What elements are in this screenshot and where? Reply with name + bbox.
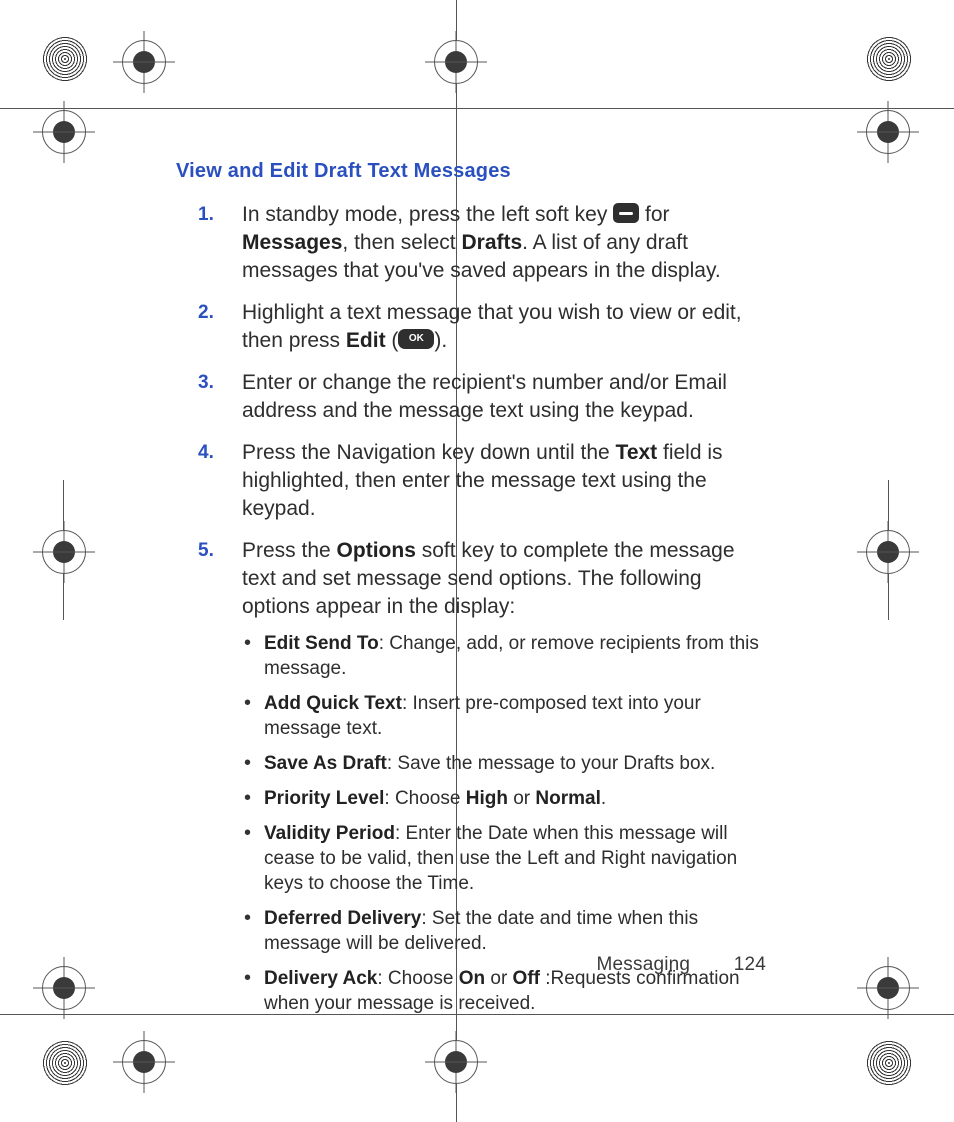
option-item: Edit Send To: Change, add, or remove rec… (242, 631, 766, 681)
bold-term: Deferred Delivery (264, 908, 421, 929)
bold-term: Text (616, 441, 658, 464)
bold-term: Options (337, 539, 416, 562)
registration-corner-icon (866, 36, 912, 82)
bold-term: Drafts (461, 231, 522, 254)
registration-line (0, 108, 954, 109)
step-number: 1. (176, 201, 242, 285)
step-number: 5. (176, 537, 242, 1026)
step-number: 3. (176, 369, 242, 425)
page-footer: Messaging 124 (597, 954, 766, 976)
step-body: Enter or change the recipient's number a… (242, 369, 766, 425)
footer-section: Messaging (597, 954, 691, 975)
registration-target-icon (42, 530, 86, 574)
instruction-step: 3.Enter or change the recipient's number… (176, 369, 766, 425)
bold-term: Off (513, 968, 540, 989)
step-body: Press the Options soft key to complete t… (242, 537, 766, 1026)
registration-target-icon (434, 1040, 478, 1084)
option-item: Validity Period: Enter the Date when thi… (242, 821, 766, 896)
manual-content: View and Edit Draft Text Messages 1.In s… (176, 160, 766, 1040)
registration-target-icon (122, 1040, 166, 1084)
instruction-step: 5.Press the Options soft key to complete… (176, 537, 766, 1026)
bold-term: Normal (535, 788, 600, 809)
bold-term: Add Quick Text (264, 693, 402, 714)
step-body: Press the Navigation key down until the … (242, 439, 766, 523)
bold-term: Edit (346, 329, 386, 352)
step-body: Highlight a text message that you wish t… (242, 299, 766, 355)
registration-target-icon (42, 110, 86, 154)
registration-corner-icon (42, 1040, 88, 1086)
section-heading: View and Edit Draft Text Messages (176, 160, 766, 183)
registration-corner-icon (866, 1040, 912, 1086)
bold-term: Priority Level (264, 788, 384, 809)
option-item: Save As Draft: Save the message to your … (242, 751, 766, 776)
registration-target-icon (122, 40, 166, 84)
registration-target-icon (866, 966, 910, 1010)
registration-target-icon (866, 530, 910, 574)
ok-key-icon: OK (398, 329, 434, 349)
bold-term: Edit Send To (264, 633, 379, 654)
registration-target-icon (42, 966, 86, 1010)
instruction-list: 1.In standby mode, press the left soft k… (176, 201, 766, 1026)
bold-term: Save As Draft (264, 753, 387, 774)
bold-term: On (459, 968, 485, 989)
footer-page-number: 124 (734, 954, 766, 975)
instruction-step: 4.Press the Navigation key down until th… (176, 439, 766, 523)
bold-term: High (466, 788, 508, 809)
option-item: Priority Level: Choose High or Normal. (242, 786, 766, 811)
step-body: In standby mode, press the left soft key… (242, 201, 766, 285)
instruction-step: 2.Highlight a text message that you wish… (176, 299, 766, 355)
option-item: Deferred Delivery: Set the date and time… (242, 906, 766, 956)
bold-term: Delivery Ack (264, 968, 377, 989)
option-item: Add Quick Text: Insert pre-composed text… (242, 691, 766, 741)
step-number: 4. (176, 439, 242, 523)
registration-target-icon (866, 110, 910, 154)
registration-corner-icon (42, 36, 88, 82)
bold-term: Messages (242, 231, 342, 254)
bold-term: Validity Period (264, 823, 395, 844)
step-number: 2. (176, 299, 242, 355)
registration-target-icon (434, 40, 478, 84)
instruction-step: 1.In standby mode, press the left soft k… (176, 201, 766, 285)
softkey-dash-icon (613, 203, 639, 223)
